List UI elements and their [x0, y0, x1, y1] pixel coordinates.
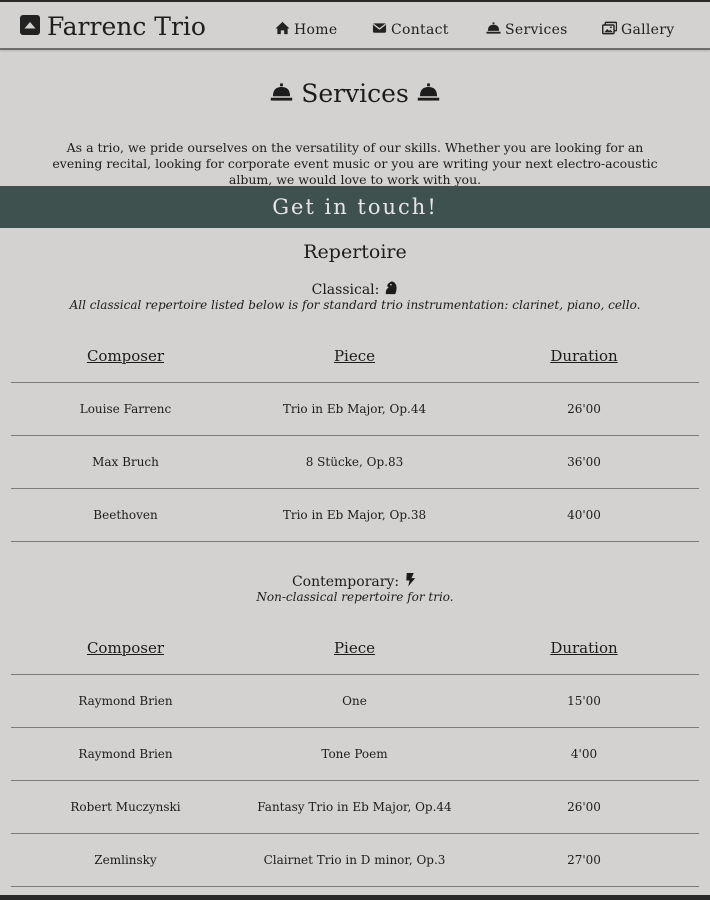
composer-cell: Raymond Brien — [11, 674, 240, 728]
piece-cell: Clairnet Trio in D minor, Op.3 — [240, 833, 469, 887]
brand-link[interactable]: Farrenc Trio — [19, 13, 206, 41]
column-header-composer: Composer — [11, 622, 240, 675]
composer-cell: Beethoven — [11, 488, 240, 542]
column-header-duration: Duration — [469, 622, 699, 675]
nav-gallery[interactable]: Gallery — [602, 21, 674, 39]
classical-repertoire-table: Composer Piece Duration Louise Farrenc T… — [11, 330, 699, 542]
table-row: Max Bruch 8 Stücke, Op.83 36'00 — [11, 435, 699, 489]
composer-cell: Zemlinsky — [11, 833, 240, 887]
column-header-duration: Duration — [469, 330, 699, 383]
table-row: Raymond Brien Tone Poem 4'00 — [11, 727, 699, 781]
table-row: Louise Farrenc Trio in Eb Major, Op.44 2… — [11, 382, 699, 436]
nav-contact[interactable]: Contact — [372, 21, 449, 39]
table-row: Zemlinsky Clairnet Trio in D minor, Op.3… — [11, 833, 699, 887]
contemporary-repertoire-table: Composer Piece Duration Raymond Brien On… — [11, 622, 699, 887]
classical-description: All classical repertoire listed below is… — [69, 298, 641, 312]
table-row: Robert Muczynski Fantasy Trio in Eb Majo… — [11, 780, 699, 834]
images-icon — [602, 21, 618, 39]
composer-cell: Robert Muczynski — [11, 780, 240, 834]
caret-up-square-icon — [19, 14, 41, 40]
service-bell-icon — [486, 21, 501, 39]
get-in-touch-button[interactable]: Get in touch! — [0, 186, 710, 228]
piece-cell: 8 Stücke, Op.83 — [240, 435, 469, 489]
service-bell-icon — [417, 78, 440, 110]
piece-cell: Tone Poem — [240, 727, 469, 781]
composer-cell: Max Bruch — [11, 435, 240, 489]
duration-cell: 26'00 — [469, 382, 699, 436]
piece-cell: Trio in Eb Major, Op.44 — [240, 382, 469, 436]
column-header-piece: Piece — [240, 330, 469, 383]
composer-cell: Louise Farrenc — [11, 382, 240, 436]
site-header: Farrenc Trio Home Contact Services Galle… — [0, 2, 710, 50]
duration-cell: 40'00 — [469, 488, 699, 542]
duration-cell: 36'00 — [469, 435, 699, 489]
nav-services-label: Services — [505, 22, 568, 38]
table-row: Raymond Brien One 15'00 — [11, 674, 699, 728]
nav-services[interactable]: Services — [486, 21, 568, 39]
piece-cell: One — [240, 674, 469, 728]
nav-contact-label: Contact — [391, 22, 449, 38]
nav-home[interactable]: Home — [275, 21, 337, 39]
duration-cell: 4'00 — [469, 727, 699, 781]
bottom-border — [0, 895, 710, 900]
table-row: Beethoven Trio in Eb Major, Op.38 40'00 — [11, 488, 699, 542]
duration-cell: 27'00 — [469, 833, 699, 887]
home-icon — [275, 21, 290, 39]
piece-cell: Trio in Eb Major, Op.38 — [240, 488, 469, 542]
services-intro: As a trio, we pride ourselves on the ver… — [52, 140, 658, 187]
page-title: Services — [0, 78, 710, 110]
table-header-row: Composer Piece Duration — [11, 622, 699, 675]
piece-cell: Fantasy Trio in Eb Major, Op.44 — [240, 780, 469, 834]
envelope-icon — [372, 21, 387, 39]
table-header-row: Composer Piece Duration — [11, 330, 699, 383]
column-header-piece: Piece — [240, 622, 469, 675]
nav-home-label: Home — [294, 22, 338, 38]
repertoire-heading: Repertoire — [303, 241, 407, 263]
composer-cell: Raymond Brien — [11, 727, 240, 781]
column-header-composer: Composer — [11, 330, 240, 383]
duration-cell: 26'00 — [469, 780, 699, 834]
contemporary-description: Non-classical repertoire for trio. — [256, 590, 454, 604]
duration-cell: 15'00 — [469, 674, 699, 728]
brand-name: Farrenc Trio — [47, 12, 206, 41]
nav-gallery-label: Gallery — [621, 22, 675, 38]
page-title-text: Services — [301, 79, 409, 108]
service-bell-icon — [270, 78, 293, 110]
